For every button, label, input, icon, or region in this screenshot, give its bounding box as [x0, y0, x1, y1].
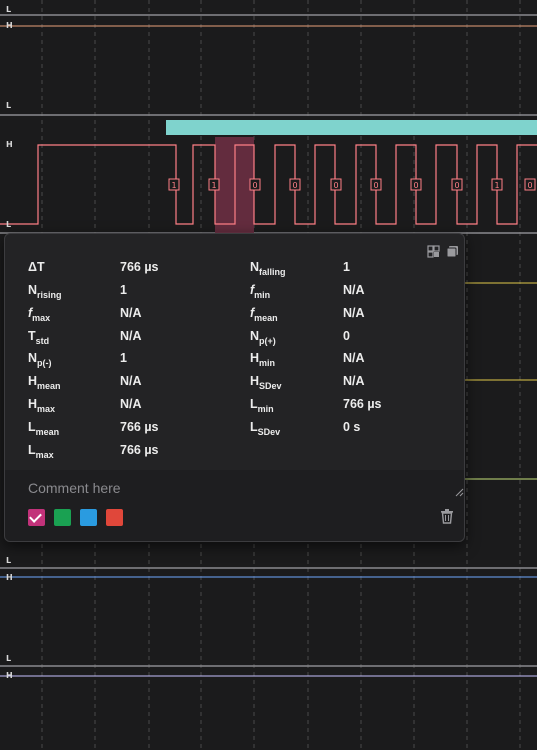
metric-value-f-max: N/A	[120, 306, 142, 320]
bit-label: 0	[333, 181, 338, 190]
metric-label-h-min: Hmin	[250, 351, 276, 368]
protocol-decode-bar	[166, 120, 537, 135]
level-label-high: H	[6, 573, 13, 582]
metric-value-l-max: 766 µs	[120, 443, 159, 457]
metric-value-l-min: 766 µs	[343, 397, 382, 411]
bit-label: 1	[211, 181, 216, 190]
level-label-high: H	[6, 140, 13, 149]
metric-label-n-rising: Nrising	[28, 283, 62, 300]
measurement-popup: ΔT 766 µs Nfalling 1 Nrising 1 fmin N/A …	[4, 233, 465, 542]
metric-label-f-mean: fmean	[250, 306, 278, 323]
metric-value-n-falling: 1	[343, 260, 350, 274]
metric-value-f-mean: N/A	[343, 306, 365, 320]
metric-value-delta-t: 766 µs	[120, 260, 159, 274]
metric-value-h-sdev: N/A	[343, 374, 365, 388]
metric-value-n-p-minus: 1	[120, 351, 127, 365]
resize-handle-icon[interactable]	[455, 488, 464, 497]
metric-label-h-mean: Hmean	[28, 374, 61, 391]
color-swatch-pink[interactable]	[28, 509, 45, 526]
trash-icon[interactable]	[439, 508, 455, 524]
bit-label: 0	[454, 181, 459, 190]
metric-label-n-p-plus: Np(+)	[250, 329, 276, 346]
metric-value-l-mean: 766 µs	[120, 420, 159, 434]
comment-input[interactable]: Comment here	[28, 480, 121, 496]
level-label-low: L	[6, 220, 12, 229]
bit-label: 0	[373, 181, 378, 190]
copy-icon[interactable]	[446, 245, 459, 258]
metric-label-l-mean: Lmean	[28, 420, 60, 437]
level-label-low: L	[6, 101, 12, 110]
metric-label-l-min: Lmin	[250, 397, 274, 414]
metric-label-h-sdev: HSDev	[250, 374, 282, 391]
metric-label-delta-t: ΔT	[28, 260, 45, 274]
bit-label: 0	[292, 181, 297, 190]
metric-label-t-std: Tstd	[28, 329, 50, 346]
metric-label-f-min: fmin	[250, 283, 271, 300]
level-label-low: L	[6, 5, 12, 14]
bit-label: 0	[527, 181, 532, 190]
color-swatch-blue[interactable]	[80, 509, 97, 526]
bit-label: 0	[413, 181, 418, 190]
metric-label-n-falling: Nfalling	[250, 260, 286, 277]
color-swatch-green[interactable]	[54, 509, 71, 526]
level-label-low: L	[6, 556, 12, 565]
metric-value-h-min: N/A	[343, 351, 365, 365]
bit-label: 1	[494, 181, 499, 190]
level-label-low: L	[6, 654, 12, 663]
checkmark-icon	[29, 510, 42, 523]
metric-label-l-sdev: LSDev	[250, 420, 281, 437]
metric-label-n-p-minus: Np(-)	[28, 351, 52, 368]
metric-label-h-max: Hmax	[28, 397, 56, 414]
level-label-high: H	[6, 21, 13, 30]
level-label-high: H	[6, 671, 13, 680]
metric-value-n-p-plus: 0	[343, 329, 350, 343]
metric-label-f-max: fmax	[28, 306, 51, 323]
metric-value-h-max: N/A	[120, 397, 142, 411]
metric-value-l-sdev: 0 s	[343, 420, 361, 434]
metric-label-l-max: Lmax	[28, 443, 54, 460]
color-swatch-red[interactable]	[106, 509, 123, 526]
bit-label: 1	[171, 181, 176, 190]
bit-label: 0	[252, 181, 257, 190]
metric-value-t-std: N/A	[120, 329, 142, 343]
metric-value-h-mean: N/A	[120, 374, 142, 388]
metric-value-n-rising: 1	[120, 283, 127, 297]
pin-icon[interactable]	[427, 245, 440, 258]
metric-value-f-min: N/A	[343, 283, 365, 297]
